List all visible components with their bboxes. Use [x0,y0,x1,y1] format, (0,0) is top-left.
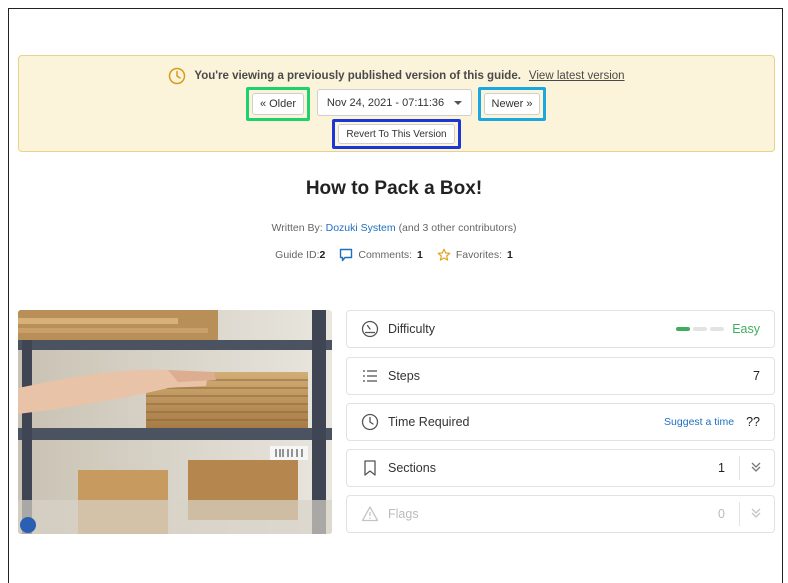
author-link[interactable]: Dozuki System [326,222,396,234]
guide-id: Guide ID: 2 [275,249,325,261]
older-highlight [246,87,310,121]
time-required-card: Time Required Suggest a time ?? [346,403,775,441]
revert-highlight [332,119,461,149]
guide-id-label: Guide ID: [275,249,320,261]
gauge-icon [361,320,379,338]
time-required-value: ?? [746,415,760,429]
clock-icon [361,413,379,431]
divider [739,456,740,480]
comments-count: 1 [417,249,423,261]
difficulty-meter-segment [710,327,725,331]
bookmark-icon [361,459,379,477]
guide-id-value: 2 [319,249,326,261]
guide-main-image[interactable] [18,310,332,534]
banner-message: You're viewing a previously published ve… [194,70,521,82]
sections-value: 1 [718,461,725,475]
warning-icon [361,505,379,523]
guide-meta: Guide ID: 2 Comments: 1 Favorites: 1 [0,248,788,262]
list-icon [361,367,379,385]
time-required-label: Time Required [388,415,470,429]
star-icon [437,248,451,261]
comment-icon [340,248,353,262]
steps-label: Steps [388,369,420,383]
chevron-down-icon [454,100,463,105]
favorites-link[interactable]: Favorites: 1 [437,248,513,262]
newer-highlight [478,87,546,121]
comments-label: Comments: [358,249,413,261]
written-by-prefix: Written By: [271,222,323,234]
double-chevron-down-icon[interactable] [750,461,762,476]
favorites-count: 1 [507,249,513,261]
difficulty-meter-segment [693,327,708,331]
favorites-label: Favorites: [455,249,502,261]
difficulty-card: Difficulty Easy [346,310,775,348]
view-latest-link[interactable]: View latest version [529,70,625,82]
difficulty-meter [676,327,725,331]
suggest-time-link[interactable]: Suggest a time [664,416,734,428]
sections-label: Sections [388,461,436,475]
version-select-value: Nov 24, 2021 - 07:11:36 [326,96,445,109]
version-select[interactable]: Nov 24, 2021 - 07:11:36 [317,89,472,116]
page-title: How to Pack a Box! [305,178,483,199]
flags-card[interactable]: Flags 0 [346,495,775,533]
steps-value: 7 [753,369,760,383]
steps-card: Steps 7 [346,357,775,395]
difficulty-meter-segment [676,327,691,331]
difficulty-value: Easy [732,322,760,336]
sections-card[interactable]: Sections 1 [346,449,775,487]
flags-label: Flags [388,507,419,521]
clock-icon [169,67,186,85]
comments-link[interactable]: Comments: 1 [339,248,423,262]
divider [739,502,740,526]
banner-message-row: You're viewing a previously published ve… [19,67,774,85]
difficulty-label: Difficulty [388,322,436,336]
flags-value: 0 [718,507,725,521]
byline: Written By: Dozuki System (and 3 other c… [0,222,788,234]
double-chevron-down-icon[interactable] [750,507,762,522]
contributors-text: (and 3 other contributors) [398,222,517,234]
